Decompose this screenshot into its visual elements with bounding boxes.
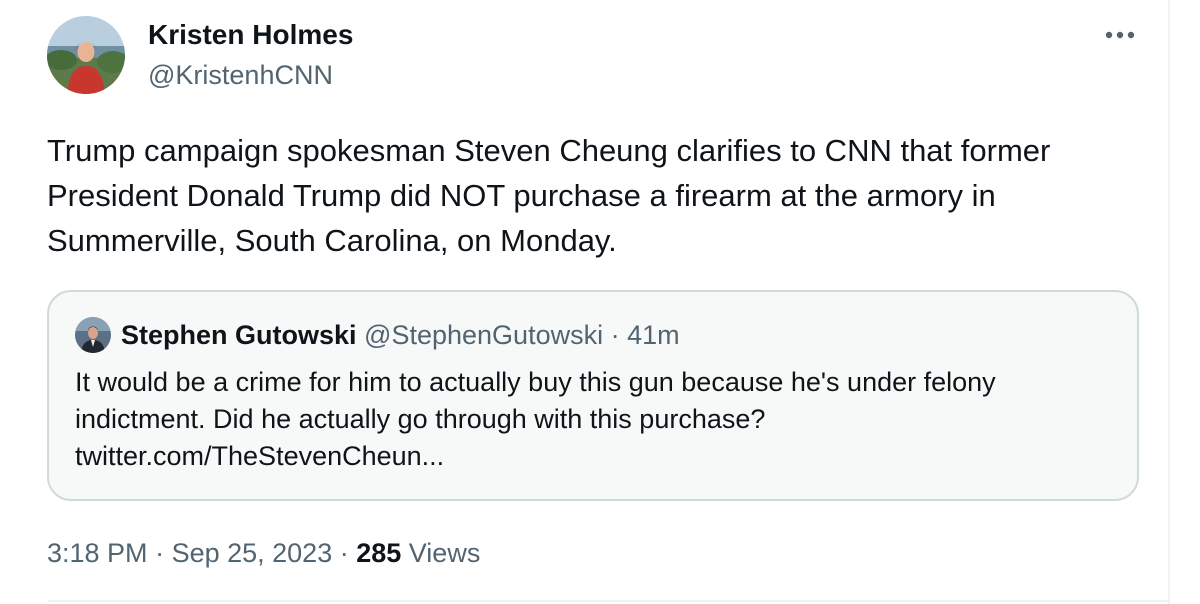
quote-author-avatar-photo [75,317,111,353]
quoted-tweet[interactable]: Stephen Gutowski @StephenGutowski · 41m … [47,290,1139,501]
tweet-text: Trump campaign spokesman Steven Cheung c… [47,128,1157,263]
card-bottom-divider [48,600,1168,602]
card-right-border [1168,0,1170,604]
author-handle[interactable]: @KristenhCNN [148,58,333,92]
tweet-text-line: President Donald Trump did NOT purchase … [47,178,996,213]
tweet-text-line: Trump campaign spokesman Steven Cheung c… [47,133,1051,168]
tweet-date[interactable]: Sep 25, 2023 [172,538,333,568]
tweet-card: Kristen Holmes @KristenhCNN Trump campai… [0,0,1200,604]
quote-author-handle[interactable]: @StephenGutowski [364,320,603,350]
author-avatar[interactable] [47,16,125,94]
quote-author-name[interactable]: Stephen Gutowski [121,320,357,350]
more-horizontal-icon [1105,31,1135,39]
quote-text-line: indictment. Did he actually go through w… [75,404,766,434]
quote-author-avatar[interactable] [75,317,111,353]
views-label: Views [401,538,481,568]
views-count[interactable]: 285 [356,538,401,568]
tweet-meta: 3:18 PM · Sep 25, 2023 · 285 Views [47,535,480,571]
author-avatar-photo [47,16,125,94]
quote-timestamp[interactable]: 41m [627,320,680,350]
quote-link[interactable]: twitter.com/TheStevenCheun... [75,438,1125,475]
quote-text-line: It would be a crime for him to actually … [75,367,996,397]
author-name[interactable]: Kristen Holmes [148,18,353,52]
quote-text: It would be a crime for him to actually … [75,364,1125,475]
quote-header: Stephen Gutowski @StephenGutowski · 41m [121,318,680,352]
meta-separator: · [147,538,172,568]
tweet-text-line: Summerville, South Carolina, on Monday. [47,223,617,258]
quote-separator: · [610,320,628,350]
tweet-time[interactable]: 3:18 PM [47,538,148,568]
meta-separator: · [332,538,357,568]
more-options-button[interactable] [1100,20,1140,50]
